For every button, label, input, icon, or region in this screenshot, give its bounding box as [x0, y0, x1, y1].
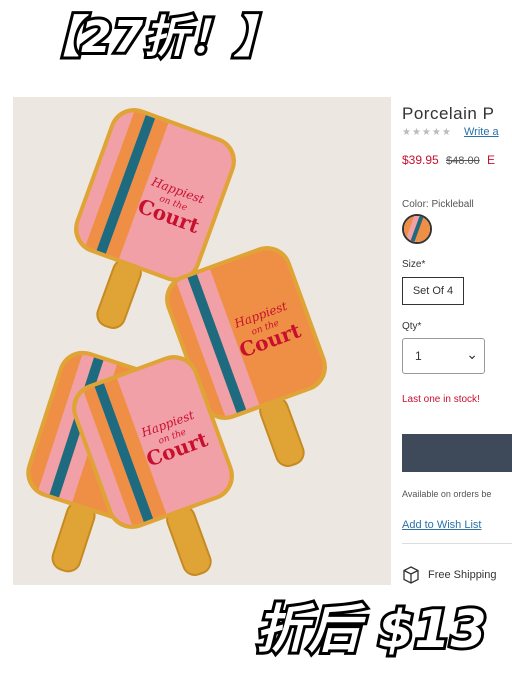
product-image[interactable]: Happiest on the Court Happiest on the Co… — [13, 97, 391, 585]
availability-note: Available on orders be — [402, 489, 492, 499]
qty-label: Qty* — [402, 321, 422, 332]
sale-price: $39.95 — [402, 153, 439, 167]
original-price: $48.00 — [446, 155, 480, 167]
price-row: $39.95 $48.00 E — [402, 153, 495, 167]
free-shipping-row[interactable]: Free Shipping — [402, 566, 497, 584]
promo-discount-text: 【27折！】 — [33, 12, 281, 63]
quantity-select[interactable]: 1 ⌄ — [402, 338, 485, 374]
quantity-value: 1 — [415, 349, 422, 363]
free-shipping-text: Free Shipping — [428, 569, 497, 581]
package-icon — [403, 566, 419, 584]
color-swatch-pickleball[interactable] — [402, 214, 432, 244]
color-label: Color: Pickleball — [402, 199, 474, 210]
chevron-down-icon: ⌄ — [466, 346, 478, 362]
pickleball-plates-illustration: Happiest on the Court Happiest on the Co… — [24, 106, 329, 576]
write-review-link[interactable]: Write a — [464, 126, 499, 138]
size-label: Size* — [402, 259, 426, 270]
price-extra-text: E — [487, 153, 496, 167]
add-to-basket-button[interactable] — [402, 434, 512, 472]
size-option-set-of-4[interactable]: Set Of 4 — [402, 277, 464, 305]
promo-final-price-text: 折后 $13 — [253, 600, 490, 660]
product-details-panel: Porcelain P ★★★★★ Write a $39.95 $48.00 … — [402, 97, 512, 587]
divider — [402, 543, 512, 544]
swatch-stripes-icon — [404, 216, 430, 242]
rating-stars-icon: ★★★★★ — [402, 127, 452, 138]
add-to-wishlist-link[interactable]: Add to Wish List — [402, 519, 481, 531]
product-title: Porcelain P — [402, 104, 495, 123]
stock-message: Last one in stock! — [402, 394, 480, 405]
